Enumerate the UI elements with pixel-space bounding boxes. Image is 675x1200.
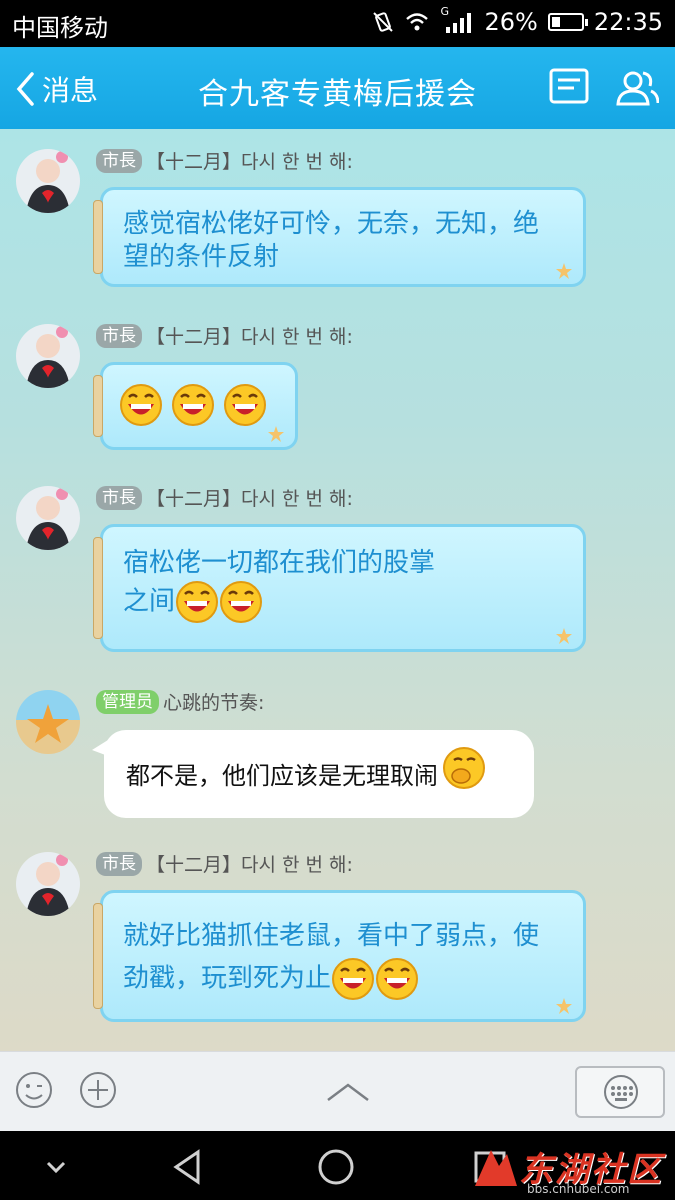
back-triangle-icon[interactable] [168, 1147, 208, 1187]
emoji-row [119, 383, 267, 427]
sender-line: 管理员 心跳的节奏: [96, 688, 264, 715]
avatar[interactable] [16, 486, 80, 550]
watermark-logo-icon [475, 1150, 517, 1186]
grin-emoji-icon [220, 581, 263, 623]
members-icon[interactable] [615, 67, 659, 107]
avatar[interactable] [16, 852, 80, 916]
message-bubble[interactable]: 就好比猫抓住老鼠，看中了弱点，使劲戳，玩到死为止 [93, 890, 586, 1022]
clock: 22:35 [593, 8, 663, 36]
message-text: 都不是，他们应该是无理取闹 [126, 762, 438, 790]
watermark-url: bbs.cnhubei.com [527, 1182, 630, 1196]
watermark: 东湖社区 bbs.cnhubei.com [471, 1140, 671, 1198]
message-text: 感觉宿松佬好可怜，无奈，无知，绝望的条件反射 [123, 209, 540, 272]
grin-emoji-icon [176, 581, 219, 623]
message-content: 都不是，他们应该是无理取闹 [126, 746, 486, 791]
message-bubble[interactable]: 都不是，他们应该是无理取闹 [92, 730, 534, 818]
grin-emoji-icon [120, 384, 162, 426]
role-badge: 市長 [96, 485, 142, 510]
message-bubble[interactable]: 感觉宿松佬好可怜，无奈，无知，绝望的条件反射 [93, 187, 586, 287]
role-badge: 市長 [96, 851, 142, 876]
sender-name: 【十二月】다시 한 번 해: [146, 326, 353, 348]
sender-line: 市長 【十二月】다시 한 번 해: [96, 850, 353, 877]
avatar[interactable] [16, 324, 80, 388]
title-bar: 消息 合九客专黄梅后援会 [0, 47, 675, 129]
plus-icon[interactable] [78, 1070, 118, 1110]
input-toolbar [0, 1051, 675, 1132]
home-circle-icon[interactable] [316, 1147, 356, 1187]
chevron-up-icon[interactable] [326, 1082, 370, 1102]
keyboard-icon [604, 1075, 638, 1109]
hide-keyboard-icon[interactable] [36, 1147, 76, 1187]
wifi-icon [406, 13, 429, 31]
role-badge: 市長 [96, 323, 142, 348]
star-decoration-icon [556, 998, 572, 1014]
grin-emoji-icon [172, 384, 214, 426]
grin-emoji-icon [376, 958, 419, 1000]
star-decoration-icon [268, 426, 284, 442]
sender-line: 市長 【十二月】다시 한 번 해: [96, 484, 353, 511]
sender-name: 【十二月】다시 한 번 해: [146, 151, 353, 173]
signal-icon: G [440, 5, 474, 33]
message-bubble[interactable]: 宿松佬一切都在我们的股掌之间 [93, 524, 586, 652]
group-info-icon[interactable] [548, 67, 592, 107]
avatar[interactable] [16, 690, 80, 754]
grin-emoji-icon [332, 958, 375, 1000]
avatar[interactable] [16, 149, 80, 213]
star-decoration-icon [556, 628, 572, 644]
chat-area[interactable]: 市長 【十二月】다시 한 번 해: 感觉宿松佬好可怜，无奈，无知，绝望的条件反射… [0, 129, 675, 1051]
carrier-name: 中国移动 [12, 14, 108, 42]
star-decoration-icon [556, 263, 572, 279]
battery-percent: 26% [484, 8, 538, 36]
sender-name: 【十二月】다시 한 번 해: [146, 854, 353, 876]
sender-name: 【十二月】다시 한 번 해: [146, 488, 353, 510]
emoji-picker-icon[interactable] [14, 1070, 54, 1110]
battery-icon [547, 13, 588, 31]
message-bubble[interactable] [93, 362, 298, 450]
message-text: 宿松佬一切都在我们的股掌之间 [123, 547, 443, 624]
role-badge: 市長 [96, 148, 142, 173]
keyboard-button[interactable] [575, 1066, 665, 1118]
vibrate-icon [373, 12, 394, 32]
grin-emoji-icon [224, 384, 266, 426]
status-bar: 中国移动 G 26% 22:35 [0, 0, 675, 47]
sender-line: 市長 【十二月】다시 한 번 해: [96, 322, 353, 349]
thinking-emoji-icon [443, 746, 485, 789]
message-text: 就好比猫抓住老鼠，看中了弱点，使劲戳，玩到死为止 [123, 915, 553, 1001]
sender-line: 市長 【十二月】다시 한 번 해: [96, 147, 353, 174]
sender-name: 心跳的节奏: [163, 692, 265, 714]
role-badge: 管理员 [96, 689, 159, 714]
